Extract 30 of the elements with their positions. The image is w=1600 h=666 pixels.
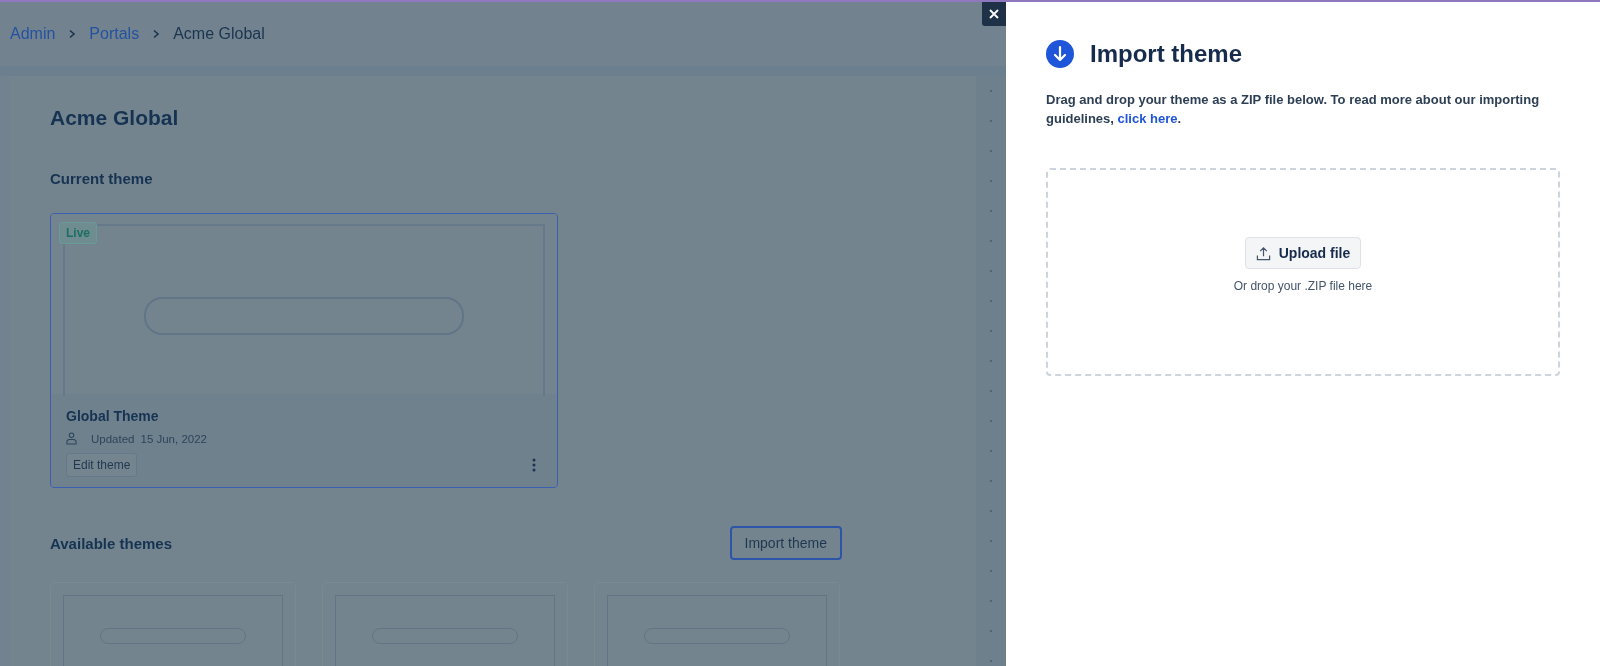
more-icon[interactable] [532, 458, 536, 472]
theme-card[interactable] [50, 582, 296, 666]
chevron-icon [151, 29, 162, 39]
theme-card[interactable]: Live Global Theme Updated 15 Jun, 2022 Edit theme [50, 213, 558, 488]
description-text: Drag and drop your theme as a ZIP file below. To read more about our importing guidelines, click here. [1046, 91, 1541, 128]
guidelines-link[interactable]: click here [1117, 111, 1178, 126]
theme-card[interactable] [322, 582, 568, 666]
drop-zone[interactable]: Upload file Or drop your .ZIP file here [1046, 168, 1560, 376]
chevron-icon [67, 29, 78, 39]
section-heading: Available themes [50, 534, 172, 552]
close-button[interactable] [982, 2, 1006, 26]
live-badge: Live [59, 222, 97, 244]
edit-theme-button[interactable]: Edit theme [66, 453, 138, 477]
upload-icon [1255, 245, 1271, 261]
theme-name: Global Theme [66, 408, 160, 424]
close-icon [988, 8, 1000, 20]
updated-label: Updated [91, 432, 135, 445]
breadcrumb-link[interactable]: Admin [10, 25, 56, 43]
person-icon [66, 432, 77, 445]
download-icon [1046, 40, 1074, 68]
drop-hint: Or drop your .ZIP file here [1233, 279, 1373, 293]
upload-file-button[interactable]: Upload file [1244, 237, 1362, 269]
updated-date: 15 Jun, 2022 [140, 432, 207, 445]
import-theme-button[interactable]: Import theme [729, 526, 842, 560]
panel-title: Import theme [1090, 40, 1242, 68]
breadcrumb-current: Acme Global [173, 25, 265, 43]
section-heading: Current theme [50, 170, 154, 187]
breadcrumb-link[interactable]: Portals [89, 25, 140, 43]
theme-card[interactable] [594, 582, 840, 666]
page-title: Acme Global [50, 106, 180, 130]
